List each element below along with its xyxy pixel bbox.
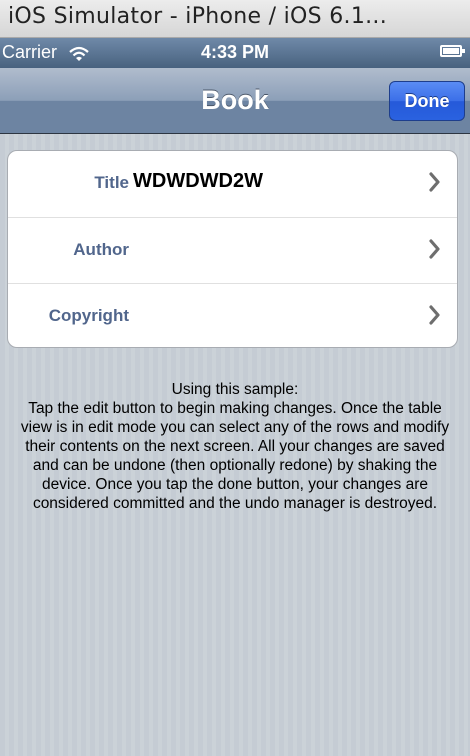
row-label: Copyright [48, 306, 129, 325]
book-details-table: Title WDWDWD2W Author Copyright [7, 150, 458, 348]
instructions-line: Tap the edit button to begin making chan… [28, 400, 442, 417]
table-row-copyright[interactable]: Copyright [8, 283, 457, 347]
instructions-line: view is in edit mode you can select any … [20, 419, 450, 436]
row-value: WDWDWD2W [133, 170, 263, 192]
status-bar: Carrier 4:33 PM [0, 38, 470, 68]
chevron-right-icon [429, 171, 441, 199]
done-button[interactable]: Done [389, 81, 465, 121]
table-row-title[interactable]: Title WDWDWD2W [8, 151, 457, 217]
chevron-right-icon [429, 304, 441, 332]
instructions-heading: Using this sample: [171, 381, 299, 398]
chevron-right-icon [429, 238, 441, 266]
instructions-line: device. Once you tap the done button, yo… [41, 476, 429, 493]
simulator-title-bar: iOS Simulator - iPhone / iOS 6.1... [0, 0, 470, 38]
navigation-bar: Book Done [0, 68, 470, 134]
window-title: iOS Simulator - iPhone / iOS 6.1... [8, 4, 387, 29]
battery-icon [440, 45, 465, 57]
instructions-line: their contents on the next screen. All y… [25, 438, 445, 455]
row-label: Author [73, 240, 129, 259]
row-label: Title [94, 173, 129, 192]
content-area: Title WDWDWD2W Author Copyright Using th… [0, 134, 470, 756]
instructions-line: considered committed and the undo manage… [32, 495, 438, 512]
table-row-author[interactable]: Author [8, 217, 457, 284]
instructions-line: and can be undone (then optionally redon… [32, 457, 438, 474]
status-time: 4:33 PM [200, 42, 270, 62]
instructions-text: Using this sample: Tap the edit button t… [0, 380, 470, 513]
